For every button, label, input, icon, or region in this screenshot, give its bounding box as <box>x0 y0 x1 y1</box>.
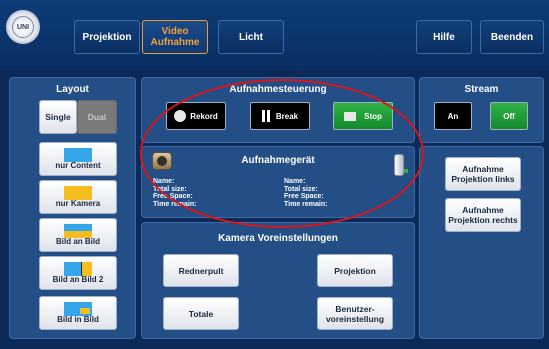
dual-label: Dual <box>87 112 107 122</box>
links-line2: Projektion links <box>451 174 515 184</box>
nav-projektion-button[interactable]: Projektion <box>74 20 140 54</box>
nav-licht-button[interactable]: Licht <box>218 20 284 54</box>
hard-drive-icon <box>152 152 172 170</box>
nav-beenden-button[interactable]: Beenden <box>480 20 544 54</box>
layout-bild-in-bild-label: Bild in Bild <box>57 315 99 324</box>
benutzer-line1: Benutzer- <box>335 303 375 314</box>
device-info-right: Name: Total size: Free Space: Time remai… <box>284 178 327 208</box>
benutzervoreinstellung-text: Benutzer-voreinstellung <box>326 304 384 324</box>
layout-bild-an-bild-2-button[interactable]: Bild an Bild 2 <box>39 256 117 290</box>
kamera-projektion-label: Projektion <box>334 265 376 276</box>
rednerpult-label: Rednerpult <box>178 265 224 276</box>
right-name-label: Name: <box>284 178 306 185</box>
nav-video-line1: Video <box>161 26 189 37</box>
aufnahme-projektion-links-button[interactable]: Aufnahme Projektion links <box>445 157 521 191</box>
nav-video-line2: Aufnahme <box>150 37 200 48</box>
aufnahmesteuerung-title: Aufnahmesteuerung <box>229 84 327 95</box>
nav-licht-label: Licht <box>239 31 263 43</box>
layout-bild-in-bild-button[interactable]: Bild in Bild <box>39 296 117 330</box>
nav-video-aufnahme-button[interactable]: Video Aufnahme <box>142 20 208 54</box>
totale-button[interactable]: Totale <box>163 297 239 330</box>
rekord-label: Rekord <box>190 111 218 121</box>
break-button[interactable]: Break <box>250 102 310 130</box>
single-button[interactable]: Single <box>39 100 77 134</box>
rechts-line2: Projektion rechts <box>448 215 518 225</box>
bild-in-bild-icon <box>64 302 92 316</box>
left-time-label: Time remain: <box>153 200 197 208</box>
stop-label: Stop <box>364 111 382 121</box>
break-label: Break <box>275 111 299 121</box>
stream-off-label: Off <box>503 111 515 121</box>
bild-an-bild-icon <box>64 224 92 238</box>
rechts-line1: Aufnahme <box>462 205 504 215</box>
right-time-label: Time remain: <box>284 200 328 208</box>
kamera-swatch-icon <box>64 186 92 200</box>
bild-in-bild-inset <box>80 308 90 314</box>
dual-button[interactable]: Dual <box>77 100 117 134</box>
logo-text: UNI <box>16 23 30 31</box>
nav-hilfe-button[interactable]: Hilfe <box>416 20 472 54</box>
nav-beenden-label: Beenden <box>490 31 534 43</box>
stream-off-button[interactable]: Off <box>490 102 528 130</box>
layout-nur-content-label: nur Content <box>55 161 101 170</box>
single-label: Single <box>45 112 71 122</box>
layout-bild-an-bild-label: Bild an Bild <box>56 237 100 246</box>
aufnahmegeraet-title: Aufnahmegerät <box>241 155 315 166</box>
rednerpult-button[interactable]: Rednerpult <box>163 254 239 287</box>
left-total-label: Total size: <box>153 185 187 193</box>
left-name-label: Name: <box>153 178 175 185</box>
stop-button[interactable]: Stop <box>333 102 393 130</box>
stop-icon <box>344 111 357 121</box>
bild-an-bild-2-icon <box>64 262 92 276</box>
logo-seal: UNI <box>12 16 34 38</box>
nav-projektion-label: Projektion <box>82 31 132 43</box>
layout-nur-content-button[interactable]: nur Content <box>39 142 117 176</box>
right-free-label: Free Space: <box>284 193 324 200</box>
stream-an-button[interactable]: An <box>434 102 472 130</box>
stream-an-label: An <box>447 111 459 121</box>
links-line1: Aufnahme <box>462 164 504 174</box>
aufnahme-rechts-text: Aufnahme Projektion rechts <box>448 205 517 225</box>
content-swatch-icon <box>64 148 92 162</box>
layout-bild-an-bild-button[interactable]: Bild an Bild <box>39 218 117 252</box>
rekord-button[interactable]: Rekord <box>166 102 226 130</box>
kamera-projektion-button[interactable]: Projektion <box>317 254 393 287</box>
usb-stick-icon <box>394 154 408 176</box>
benutzer-line2: voreinstellung <box>325 313 385 324</box>
nav-hilfe-label: Hilfe <box>433 31 455 43</box>
aufnahme-links-text: Aufnahme Projektion links <box>451 164 514 184</box>
layout-title: Layout <box>56 84 89 95</box>
university-logo: UNI <box>6 10 40 44</box>
kamera-voreinstellungen-title: Kamera Voreinstellungen <box>218 233 338 244</box>
layout-nur-kamera-label: nur Kamera <box>55 199 101 208</box>
aufnahme-projektion-rechts-button[interactable]: Aufnahme Projektion rechts <box>445 198 521 232</box>
totale-label: Totale <box>188 308 214 319</box>
right-total-label: Total size: <box>284 185 318 193</box>
device-info-left: Name: Total size: Free Space: Time remai… <box>153 178 196 208</box>
layout-nur-kamera-button[interactable]: nur Kamera <box>39 180 117 214</box>
pause-icon <box>261 110 270 122</box>
record-icon <box>174 110 187 122</box>
stream-title: Stream <box>464 84 499 95</box>
benutzervoreinstellung-button[interactable]: Benutzer-voreinstellung <box>317 297 393 330</box>
left-free-label: Free Space: <box>153 193 193 200</box>
layout-bild-an-bild-2-label: Bild an Bild 2 <box>52 275 104 284</box>
nav-video-aufnahme-text: Video Aufnahme <box>151 26 200 48</box>
